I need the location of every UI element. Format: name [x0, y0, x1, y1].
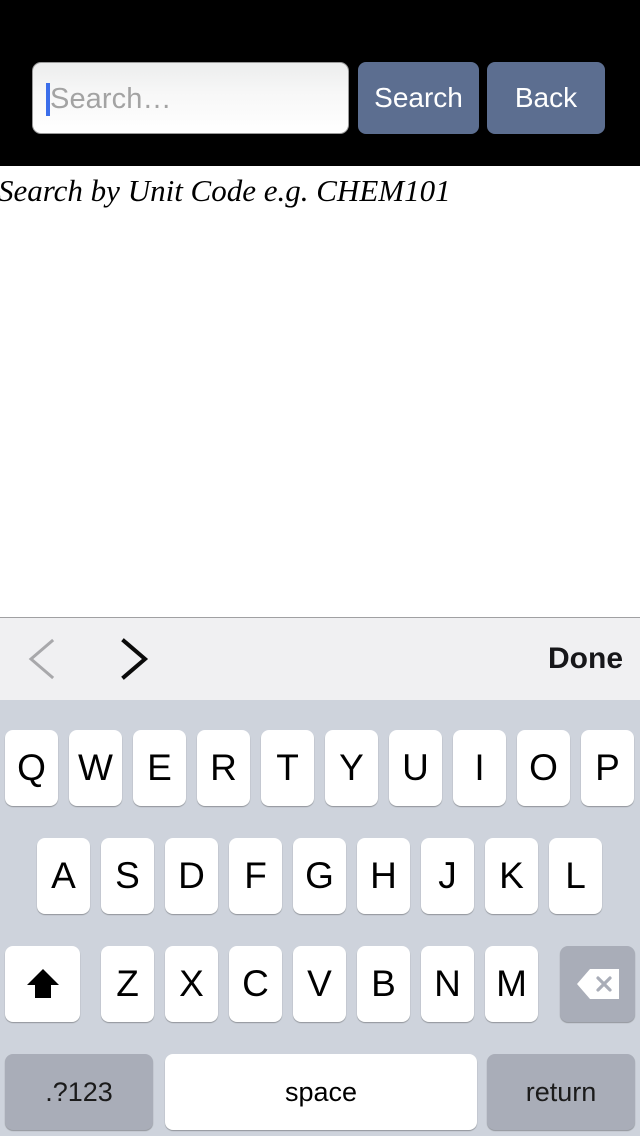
- chevron-right-icon[interactable]: [110, 636, 154, 682]
- back-button[interactable]: Back: [487, 62, 605, 134]
- key-f[interactable]: F: [229, 838, 282, 914]
- key-k[interactable]: K: [485, 838, 538, 914]
- key-e[interactable]: E: [133, 730, 186, 806]
- key-a[interactable]: A: [37, 838, 90, 914]
- status-bar: [0, 0, 640, 48]
- onscreen-keyboard: Q W E R T Y U I O P A S D F G H J K L Z …: [0, 700, 640, 1136]
- return-key[interactable]: return: [487, 1054, 635, 1130]
- search-button[interactable]: Search: [358, 62, 479, 134]
- key-y[interactable]: Y: [325, 730, 378, 806]
- backspace-key[interactable]: [560, 946, 635, 1022]
- numbers-key[interactable]: .?123: [5, 1054, 153, 1130]
- key-s[interactable]: S: [101, 838, 154, 914]
- keyboard-accessory-toolbar: Done: [0, 617, 640, 700]
- key-i[interactable]: I: [453, 730, 506, 806]
- content-area: Search by Unit Code e.g. CHEM101: [0, 166, 640, 617]
- key-r[interactable]: R: [197, 730, 250, 806]
- key-l[interactable]: L: [549, 838, 602, 914]
- key-t[interactable]: T: [261, 730, 314, 806]
- search-header: Search… Search Back: [0, 48, 640, 166]
- shift-key[interactable]: [5, 946, 80, 1022]
- key-m[interactable]: M: [485, 946, 538, 1022]
- key-g[interactable]: G: [293, 838, 346, 914]
- key-q[interactable]: Q: [5, 730, 58, 806]
- key-w[interactable]: W: [69, 730, 122, 806]
- space-key[interactable]: space: [165, 1054, 477, 1130]
- done-button[interactable]: Done: [548, 636, 623, 682]
- chevron-left-icon[interactable]: [22, 636, 66, 682]
- key-d[interactable]: D: [165, 838, 218, 914]
- backspace-icon: [576, 969, 619, 999]
- search-hint-text: Search by Unit Code e.g. CHEM101: [0, 173, 451, 208]
- key-h[interactable]: H: [357, 838, 410, 914]
- key-n[interactable]: N: [421, 946, 474, 1022]
- shift-arrow-icon: [26, 969, 59, 998]
- search-input[interactable]: Search…: [32, 62, 349, 134]
- key-p[interactable]: P: [581, 730, 634, 806]
- key-x[interactable]: X: [165, 946, 218, 1022]
- key-z[interactable]: Z: [101, 946, 154, 1022]
- key-j[interactable]: J: [421, 838, 474, 914]
- key-b[interactable]: B: [357, 946, 410, 1022]
- search-input-placeholder: Search…: [50, 83, 172, 115]
- key-u[interactable]: U: [389, 730, 442, 806]
- key-c[interactable]: C: [229, 946, 282, 1022]
- key-o[interactable]: O: [517, 730, 570, 806]
- key-v[interactable]: V: [293, 946, 346, 1022]
